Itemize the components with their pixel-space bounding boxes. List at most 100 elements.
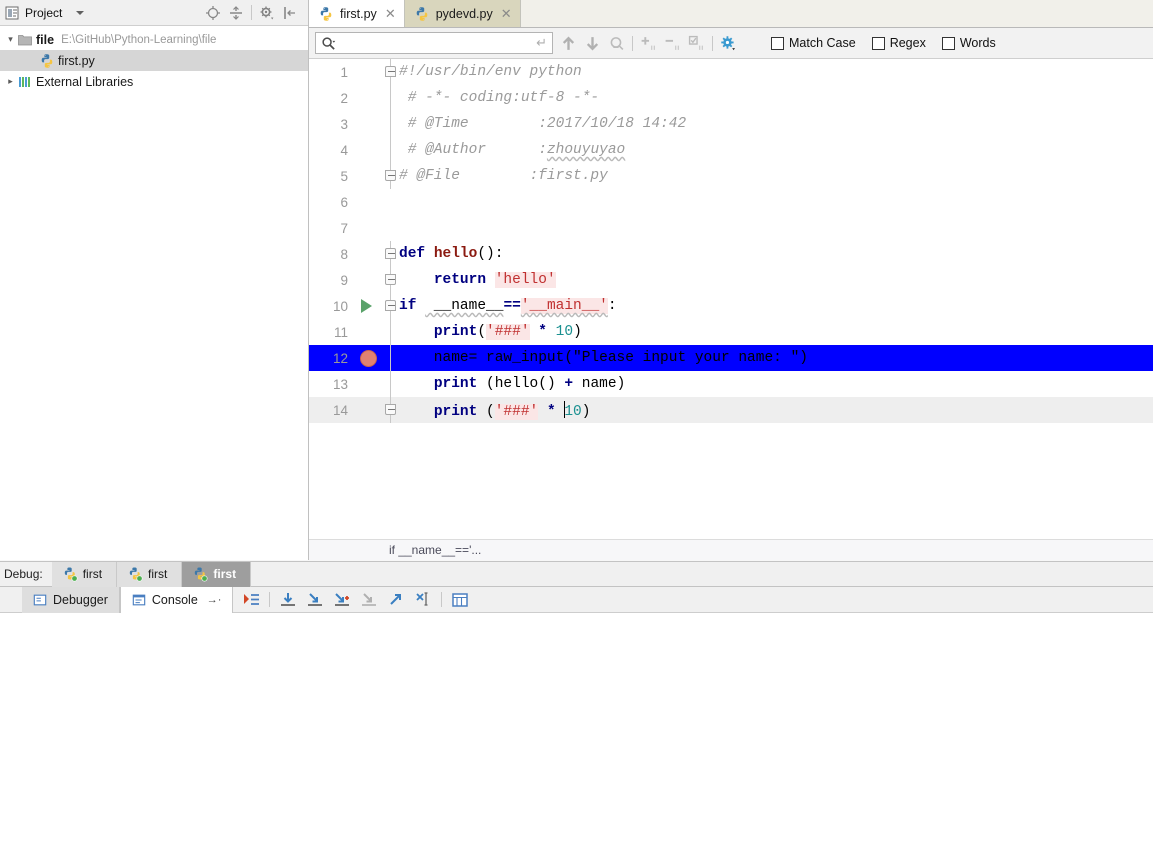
gutter-marker-area[interactable] [355, 345, 382, 371]
debug-subtab-debugger[interactable]: Debugger [22, 587, 120, 613]
code-line[interactable]: 4 # @Author :zhouyuyao [309, 137, 1153, 163]
run-to-cursor-icon[interactable] [387, 591, 405, 609]
force-step-into-icon[interactable] [333, 591, 351, 609]
fold-toggle[interactable] [385, 274, 396, 285]
find-option-match-case[interactable]: Match Case [771, 36, 856, 50]
code-line[interactable]: 10 if __name__=='__main__': [309, 293, 1153, 319]
code-line[interactable]: 11 print('###' * 10) [309, 319, 1153, 345]
fold-gutter[interactable] [382, 397, 399, 423]
find-settings-gear-icon[interactable] [720, 35, 737, 52]
code-line[interactable]: 3 # @Time :2017/10/18 14:42 [309, 111, 1153, 137]
fold-gutter[interactable] [382, 371, 399, 397]
tree-twisty[interactable]: ▸ [4, 76, 17, 87]
find-in-selection-icon[interactable] [608, 35, 625, 52]
project-tree[interactable]: ▾ file E:\GitHub\Python-Learning\file fi… [0, 26, 308, 92]
run-tab-1[interactable]: first [52, 562, 117, 587]
arrow-down-icon[interactable] [584, 35, 601, 52]
search-input-wrapper[interactable]: ↵ [315, 32, 553, 54]
close-icon[interactable]: ✕ [501, 6, 512, 22]
code-line[interactable]: 6 [309, 189, 1153, 215]
collapse-all-icon[interactable] [228, 5, 244, 21]
fold-gutter[interactable] [382, 163, 399, 189]
code-line[interactable]: 1 #!/usr/bin/env python [309, 59, 1153, 85]
breadcrumb[interactable]: if __name__=='... [309, 539, 1153, 560]
fold-gutter[interactable] [382, 111, 399, 137]
fold-toggle[interactable] [385, 66, 396, 77]
gutter-marker-area[interactable] [355, 85, 382, 111]
checkbox[interactable] [942, 37, 955, 50]
fold-gutter[interactable] [382, 215, 399, 241]
tree-item-file[interactable]: ▾ file E:\GitHub\Python-Learning\file [0, 29, 308, 50]
fold-gutter[interactable] [382, 137, 399, 163]
fold-gutter[interactable] [382, 189, 399, 215]
fold-gutter[interactable] [382, 345, 399, 371]
step-out-icon[interactable] [360, 591, 378, 609]
code-line[interactable]: 7 [309, 215, 1153, 241]
gutter-marker-area[interactable] [355, 189, 382, 215]
code-line[interactable]: 14 print ('###' * 10) [309, 397, 1153, 423]
fold-gutter[interactable] [382, 267, 399, 293]
checkbox[interactable] [771, 37, 784, 50]
search-icon[interactable] [321, 36, 336, 51]
fold-toggle[interactable] [385, 300, 396, 311]
editor-tab-pydevd-py[interactable]: pydevd.py ✕ [405, 0, 521, 27]
tree-twisty[interactable]: ▾ [4, 34, 17, 45]
code-editor[interactable]: 1 #!/usr/bin/env python 2 # -*- coding:u… [309, 59, 1153, 538]
fold-gutter[interactable] [382, 241, 399, 267]
gutter-marker-area[interactable] [355, 267, 382, 293]
breakpoint-marker[interactable] [360, 350, 377, 367]
fold-gutter[interactable] [382, 85, 399, 111]
settings-gear-icon[interactable] [259, 5, 275, 21]
gutter-marker-area[interactable] [355, 163, 382, 189]
editor-tabbar[interactable]: first.py ✕ pydevd.py ✕ [309, 0, 1153, 28]
arrow-up-icon[interactable] [560, 35, 577, 52]
gutter-marker-area[interactable] [355, 137, 382, 163]
search-input[interactable] [339, 36, 536, 50]
code-line[interactable]: 9 return 'hello' [309, 267, 1153, 293]
locate-icon[interactable] [205, 5, 221, 21]
tree-item-first-py[interactable]: first.py [0, 50, 308, 71]
fold-toggle[interactable] [385, 248, 396, 259]
editor-tab-first-py[interactable]: first.py ✕ [309, 0, 405, 27]
fold-gutter[interactable] [382, 293, 399, 319]
evaluate-expression-icon[interactable] [414, 591, 432, 609]
find-option-words[interactable]: Words [942, 36, 996, 50]
run-tab-2[interactable]: first [117, 562, 182, 587]
step-into-icon[interactable] [306, 591, 324, 609]
gutter-marker-area[interactable] [355, 319, 382, 345]
gutter-marker-area[interactable] [355, 293, 382, 319]
code-line[interactable]: 8 def hello(): [309, 241, 1153, 267]
fold-gutter[interactable] [382, 59, 399, 85]
view-breakpoints-icon[interactable] [451, 591, 469, 609]
run-tab-3[interactable]: first [182, 562, 251, 587]
fold-toggle[interactable] [385, 404, 396, 415]
show-execution-point-icon[interactable] [242, 591, 260, 609]
step-over-icon[interactable] [279, 591, 297, 609]
add-occurrence-icon[interactable] [640, 35, 657, 52]
checkbox[interactable] [872, 37, 885, 50]
code-line[interactable]: 12 name= raw_input("Please input your na… [309, 345, 1153, 371]
debug-subtab-console[interactable]: Console →· [120, 587, 234, 613]
run-gutter-icon[interactable] [361, 299, 372, 313]
line-number: 13 [309, 377, 355, 392]
fold-toggle[interactable] [385, 170, 396, 181]
code-line[interactable]: 2 # -*- coding:utf-8 -*- [309, 85, 1153, 111]
gutter-marker-area[interactable] [355, 397, 382, 423]
hide-panel-icon[interactable] [282, 5, 298, 21]
code-line[interactable]: 13 print (hello() + name) [309, 371, 1153, 397]
gutter-marker-area[interactable] [355, 371, 382, 397]
gutter-marker-area[interactable] [355, 241, 382, 267]
fold-gutter[interactable] [382, 319, 399, 345]
tree-item-external-libraries[interactable]: ▸ External Libraries [0, 71, 308, 92]
gutter-marker-area[interactable] [355, 111, 382, 137]
run-configuration-tabs[interactable]: first first first [52, 562, 251, 587]
code-line[interactable]: 5 # @File :first.py [309, 163, 1153, 189]
debug-subtabs[interactable]: Debugger Console →· [22, 587, 233, 613]
gutter-marker-area[interactable] [355, 215, 382, 241]
close-icon[interactable]: ✕ [385, 6, 396, 22]
select-all-occurrences-icon[interactable] [688, 35, 705, 52]
find-option-regex[interactable]: Regex [872, 36, 926, 50]
chevron-down-icon[interactable] [76, 11, 84, 15]
gutter-marker-area[interactable] [355, 59, 382, 85]
remove-occurrence-icon[interactable] [664, 35, 681, 52]
